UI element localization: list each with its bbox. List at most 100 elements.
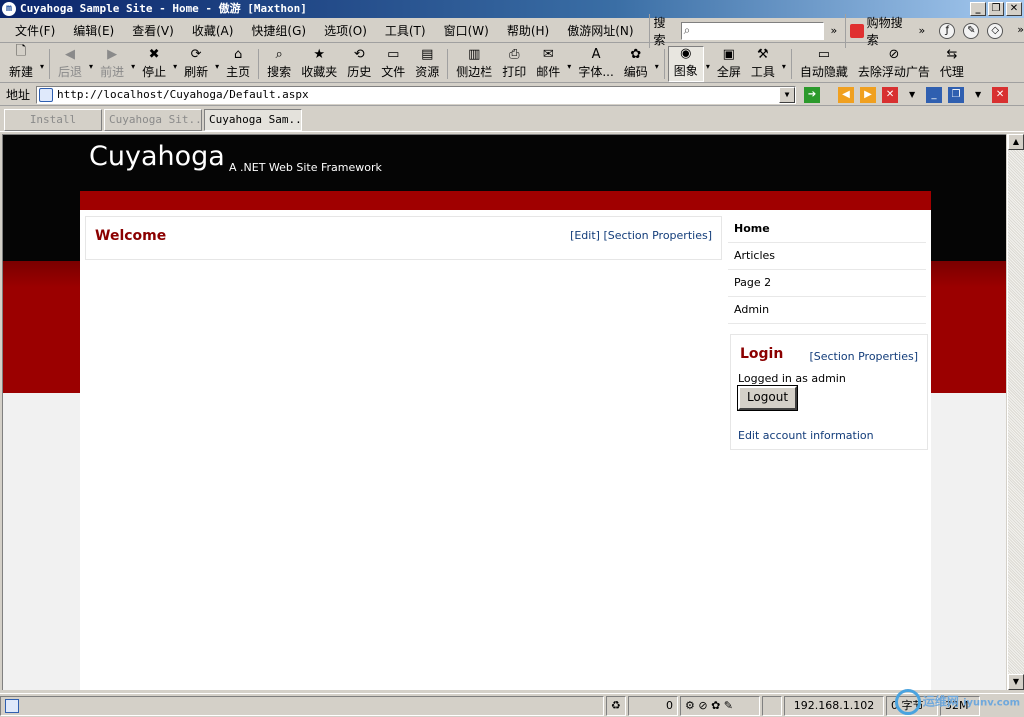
menu-maxthon-sites[interactable]: 傲游网址(N) — [558, 20, 642, 42]
toolbar-button-search[interactable]: ⌕ 搜索 — [262, 46, 296, 82]
toolbar-button-back-arrow[interactable]: ◀ 后退 — [53, 46, 87, 82]
menu-groups[interactable]: 快捷组(G) — [242, 20, 315, 42]
menu-tools[interactable]: 工具(T) — [376, 20, 435, 42]
close-tab-icon[interactable]: ✕ — [882, 86, 899, 103]
status-message — [0, 695, 604, 716]
prev-tab-icon[interactable]: ◀ — [838, 86, 855, 103]
address-label: 地址 — [6, 88, 31, 102]
dropdown-arrow-icon[interactable]: ▾ — [213, 62, 221, 71]
chevron-down-icon[interactable]: ▼ — [779, 86, 796, 103]
tools-icon[interactable]: ✎ — [963, 22, 980, 39]
chevron-right-icon[interactable]: » — [830, 24, 837, 37]
toolbar-label: 资源 — [415, 65, 440, 79]
shopping-search-button[interactable]: 购物搜索 — [845, 13, 912, 48]
chevron-right-icon[interactable]: » — [919, 24, 926, 37]
watermark-text: 运维网 — [922, 694, 959, 709]
menu-window[interactable]: 窗口(W) — [435, 20, 498, 42]
site-title[interactable]: Cuyahoga — [89, 141, 225, 172]
maxthon-app-icon[interactable]: m — [2, 2, 16, 16]
refresh-icon: ⟳ — [190, 46, 202, 62]
toolbar-button-folder[interactable]: ▭ 文件 — [376, 46, 410, 82]
menu-view[interactable]: 查看(V) — [123, 20, 183, 42]
logout-button[interactable]: Logout — [737, 385, 798, 411]
fullscreen-icon: ▣ — [722, 46, 735, 62]
tab-install[interactable]: Install — [4, 109, 102, 131]
history-icon: ⟲ — [353, 46, 365, 62]
toolbar-button-image[interactable]: ◉ 图象 — [667, 46, 704, 82]
edit-account-link[interactable]: Edit account information — [738, 429, 874, 442]
toolbar-button-tools[interactable]: ⚒ 工具 — [746, 46, 780, 82]
section-properties-link[interactable]: [Section Properties] — [603, 229, 712, 242]
toolbar-button-resources[interactable]: ▤ 资源 — [410, 46, 444, 82]
toolbar-button-refresh[interactable]: ⟳ 刷新 — [179, 46, 213, 82]
toolbar-button-stop[interactable]: ✖ 停止 — [137, 46, 171, 82]
search-input[interactable]: ⌕ — [680, 21, 825, 40]
chevron-down-icon[interactable]: ▼ — [970, 87, 986, 103]
toolbar-button-font[interactable]: A 字体... — [573, 46, 618, 82]
next-tab-icon[interactable]: ▶ — [860, 86, 877, 103]
dropdown-arrow-icon[interactable]: ▾ — [565, 62, 573, 71]
menu-favorites[interactable]: 收藏(A) — [183, 20, 243, 42]
menu-help[interactable]: 帮助(H) — [498, 20, 558, 42]
login-section: Login [Section Properties] Logged in as … — [730, 334, 928, 450]
edit-link[interactable]: [Edit] — [570, 229, 600, 242]
dropdown-arrow-icon[interactable]: ▾ — [129, 62, 137, 71]
toolbar-button-printer[interactable]: ⎙ 打印 — [497, 46, 531, 82]
welcome-admin-links: [Edit] [Section Properties] — [570, 229, 712, 242]
close-all-icon[interactable]: ✕ — [992, 86, 1009, 103]
tab-cuyahoga-site[interactable]: Cuyahoga Sit... — [104, 109, 202, 131]
login-section-properties-link[interactable]: [Section Properties] — [809, 350, 918, 363]
scroll-up-icon[interactable]: ▲ — [1008, 134, 1024, 150]
nav-item-home[interactable]: Home — [728, 216, 926, 243]
nav-item-admin[interactable]: Admin — [728, 297, 926, 324]
toolbar-button-favorites-star[interactable]: ★ 收藏夹 — [296, 46, 342, 82]
main-toolbar: 🗋 新建 ▾ ◀ 后退 ▾ ▶ 前进 ▾ ✖ 停止 ▾ ⟳ 刷新 ▾ ⌂ 主页 ⌕ 搜索 ★ 收藏夹 ⟲ 历史 ▭ 文件 ▤ 资源 ▥… — [0, 44, 1024, 83]
toolbar-button-proxy[interactable]: ⇆ 代理 — [935, 46, 969, 82]
restore-button[interactable]: ❐ — [988, 2, 1004, 16]
go-arrow-icon[interactable]: ➔ — [804, 86, 821, 103]
minimize-tab-icon[interactable]: _ — [926, 86, 943, 103]
dropdown-arrow-icon[interactable]: ▾ — [171, 62, 179, 71]
toolbar-button-history[interactable]: ⟲ 历史 — [342, 46, 376, 82]
chevron-down-icon[interactable]: ▼ — [904, 87, 920, 103]
chevron-right-icon[interactable]: » — [1017, 23, 1024, 39]
menu-edit[interactable]: 编辑(E) — [64, 20, 123, 42]
toolbar-button-mail[interactable]: ✉ 邮件 — [531, 46, 565, 82]
scroll-down-icon[interactable]: ▼ — [1008, 674, 1024, 690]
toolbar-button-remove-ads[interactable]: ⊘ 去除浮动广告 — [853, 46, 935, 82]
dropdown-arrow-icon[interactable]: ▾ — [704, 62, 712, 71]
status-tool-icons[interactable]: ⚙ ⊘ ✿ ✎ — [680, 695, 760, 716]
toolbar-button-forward-arrow[interactable]: ▶ 前进 — [95, 46, 129, 82]
scroll-track[interactable] — [1008, 150, 1024, 674]
tab-cuyahoga-sample[interactable]: Cuyahoga Sam... — [204, 109, 302, 131]
toolbar-button-encoding[interactable]: ✿ 编码 — [619, 46, 653, 82]
diamond-icon[interactable]: ◇ — [987, 22, 1004, 39]
nav-item-articles[interactable]: Articles — [728, 243, 926, 270]
toolbar-separator — [790, 49, 792, 79]
welcome-section: Welcome [Edit] [Section Properties] — [85, 216, 722, 260]
page-top-bar — [80, 191, 931, 210]
toolbar-label: 去除浮动广告 — [857, 65, 930, 79]
close-button[interactable]: ✕ — [1006, 2, 1022, 16]
dropdown-arrow-icon[interactable]: ▾ — [38, 62, 46, 71]
menu-file[interactable]: 文件(F) — [6, 20, 64, 42]
menu-options[interactable]: 选项(O) — [315, 20, 376, 42]
toolbar-button-autohide[interactable]: ▭ 自动隐藏 — [795, 46, 853, 82]
recycle-icon[interactable]: ♻ — [606, 695, 626, 716]
toolbar-button-new-page[interactable]: 🗋 新建 — [4, 44, 38, 82]
dropdown-arrow-icon[interactable]: ▾ — [780, 62, 788, 71]
restore-tab-icon[interactable]: ❐ — [948, 86, 965, 103]
toolbar-button-home[interactable]: ⌂ 主页 — [221, 46, 255, 82]
nav-item-page-2[interactable]: Page 2 — [728, 270, 926, 297]
dropdown-arrow-icon[interactable]: ▾ — [653, 62, 661, 71]
toolbar-label: 字体... — [578, 65, 614, 79]
flash-icon[interactable]: ƒ — [939, 22, 956, 39]
dropdown-arrow-icon[interactable]: ▾ — [87, 62, 95, 71]
minimize-button[interactable]: _ — [970, 2, 986, 16]
address-input[interactable]: http://localhost/Cuyahoga/Default.aspx ▼ — [36, 85, 797, 104]
toolbar-button-fullscreen[interactable]: ▣ 全屏 — [712, 46, 746, 82]
tools-icon: ⚒ — [757, 46, 769, 62]
vertical-scrollbar[interactable]: ▲ ▼ — [1007, 134, 1024, 690]
toolbar-button-sidebar[interactable]: ▥ 侧边栏 — [451, 46, 497, 82]
toolbar-label: 文件 — [381, 65, 406, 79]
